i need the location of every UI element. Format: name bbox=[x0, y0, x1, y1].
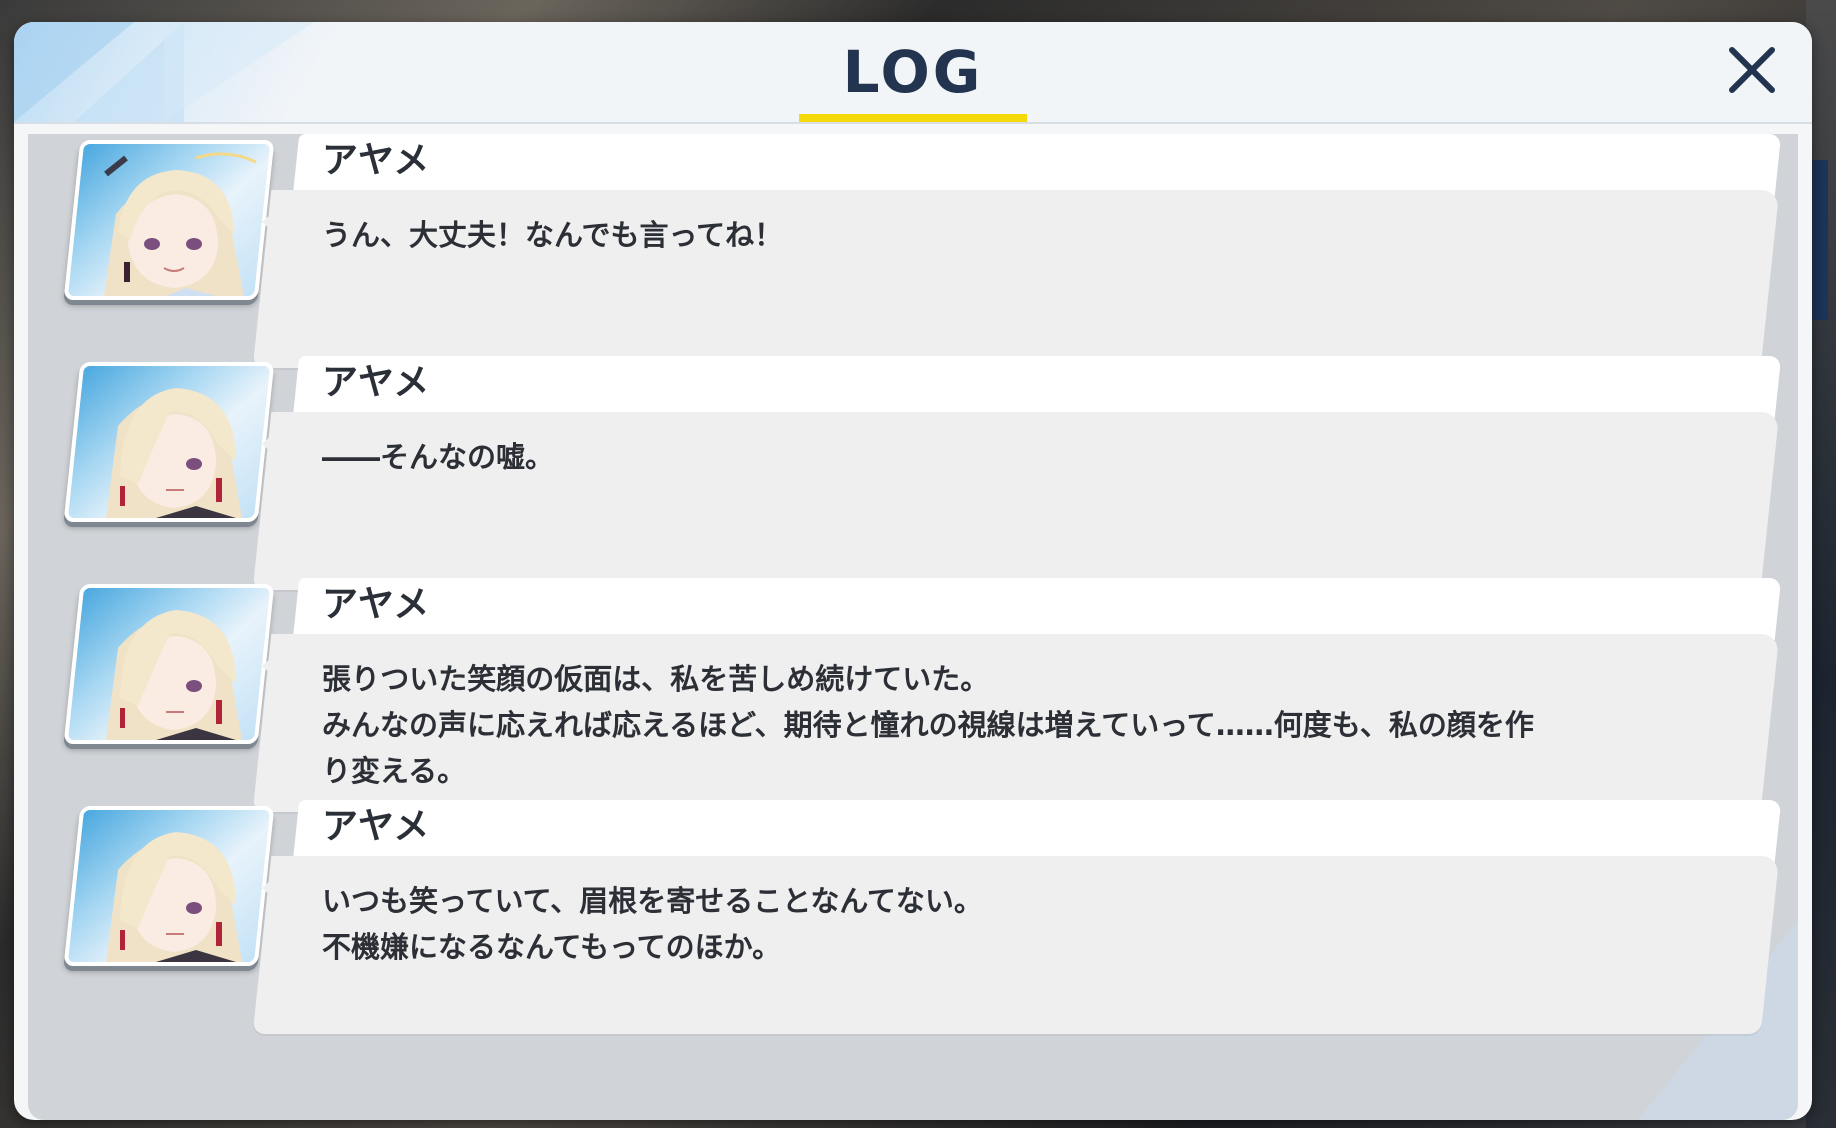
character-portrait-icon bbox=[104, 152, 257, 296]
message-text: ――そんなの嘘。 bbox=[322, 440, 555, 474]
close-icon bbox=[1729, 47, 1775, 93]
character-portrait-icon bbox=[106, 832, 242, 962]
speaker-card bbox=[292, 134, 1782, 196]
close-button[interactable] bbox=[1722, 40, 1782, 100]
character-portrait[interactable] bbox=[63, 140, 275, 300]
speaker-card bbox=[292, 800, 1782, 862]
message-text: うん、大丈夫！なんでも言ってね！ bbox=[322, 218, 784, 252]
log-entry: アヤメ いつも笑っていて、眉根を寄せることなんてない。 不機嫌になるなんてもって… bbox=[28, 800, 1798, 1036]
character-portrait-icon bbox=[106, 610, 242, 740]
speaker-card bbox=[292, 356, 1782, 418]
speaker-name: アヤメ bbox=[322, 362, 430, 403]
character-portrait[interactable] bbox=[63, 362, 275, 522]
character-portrait-icon bbox=[106, 388, 242, 518]
character-portrait[interactable] bbox=[63, 584, 275, 744]
log-entry: アヤメ 張りついた笑顔の仮面は、私を苦しめ続けていた。 みんなの声に応えれば応え… bbox=[28, 578, 1798, 814]
speaker-name: アヤメ bbox=[322, 140, 430, 181]
log-modal: LOG アヤメ うん、大丈夫！なんでも言ってね！ アヤメ ――そんなの嘘。 アヤ… bbox=[14, 22, 1812, 1120]
speaker-name: アヤメ bbox=[322, 584, 430, 625]
log-entry: アヤメ ――そんなの嘘。 bbox=[28, 356, 1798, 592]
speaker-name: アヤメ bbox=[322, 806, 430, 847]
log-header: LOG bbox=[14, 22, 1812, 124]
message-text: いつも笑っていて、眉根を寄せることなんてない。 不機嫌になるなんてもってのほか。 bbox=[322, 884, 983, 964]
character-portrait[interactable] bbox=[63, 806, 275, 966]
speaker-card bbox=[292, 578, 1782, 640]
message-text: 張りついた笑顔の仮面は、私を苦しめ続けていた。 みんなの声に応えれば応えるほど、… bbox=[322, 662, 1534, 788]
log-title: LOG bbox=[798, 34, 1028, 122]
log-entry: アヤメ うん、大丈夫！なんでも言ってね！ bbox=[28, 134, 1798, 370]
log-list[interactable]: アヤメ うん、大丈夫！なんでも言ってね！ アヤメ ――そんなの嘘。 アヤメ 張り… bbox=[28, 134, 1798, 1120]
